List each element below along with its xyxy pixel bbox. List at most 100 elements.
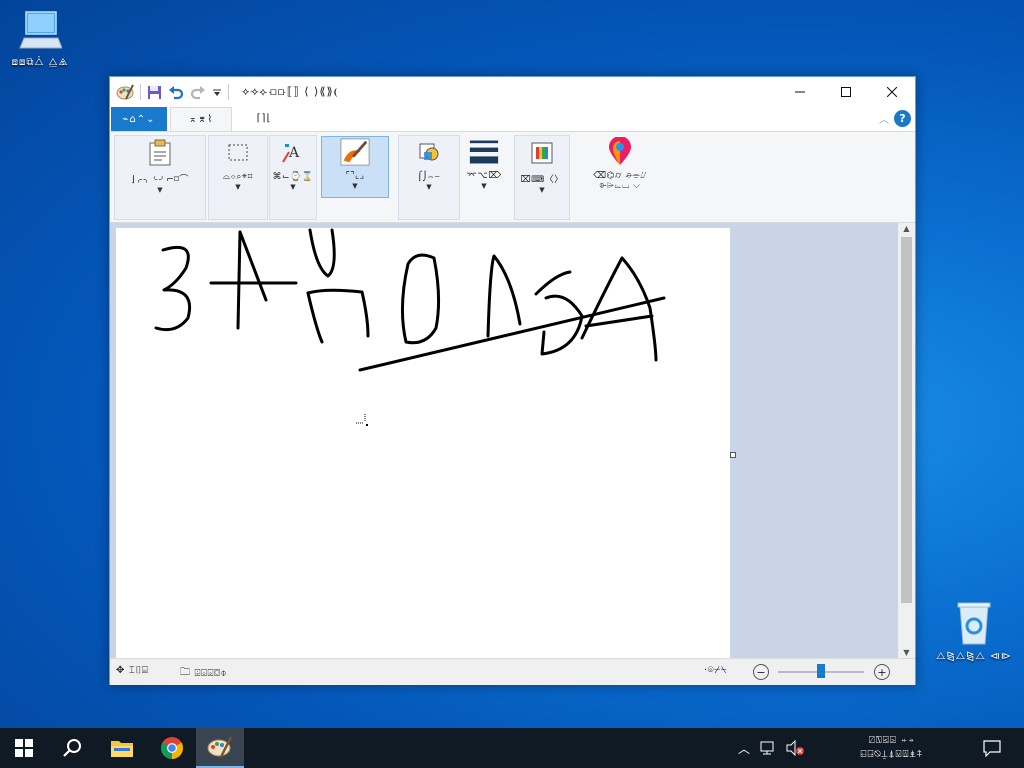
taskbar: ︿ ⍁⍂⍃⍄ ⍅⍆ ⍇⍈⍉⍊⍋⍌⍍⍎⍏ xyxy=(0,728,1024,768)
window-title: ⟡⟢⟣⟤⟥⟦⟧ ⟨ ⟩⟪⟫⟬ xyxy=(242,85,339,98)
collapse-ribbon-icon[interactable]: ︿ xyxy=(879,111,889,126)
shapes-button[interactable]: ⌠⌡⌢⌣ ▼ xyxy=(399,138,459,191)
clock-date: ⍇⍈⍉⍊⍋⍌⍍⍎⍏ xyxy=(860,749,924,760)
show-hidden-icons-chevron-icon[interactable]: ︿ xyxy=(738,740,750,757)
chevron-down-icon: ▼ xyxy=(539,186,545,194)
chevron-down-icon: ▼ xyxy=(352,182,358,190)
size-label: ⌤⌥⌦ xyxy=(466,171,502,181)
colors-group: ⌧⌨〈〉 ▼ xyxy=(514,135,570,220)
select-icon xyxy=(223,138,253,168)
paint-app-icon[interactable] xyxy=(116,83,134,101)
image-button[interactable]: ⌓⌔⌕⌖⌗ ▼ xyxy=(209,138,267,191)
brushes-group: ⌜⌝⌞⌟ ▼ xyxy=(319,135,391,220)
scrollbar-thumb[interactable] xyxy=(901,237,912,603)
shapes-label: ⌠⌡⌢⌣ xyxy=(417,172,441,182)
shapes-icon xyxy=(414,138,444,168)
windows-logo-icon xyxy=(15,739,33,757)
maximize-button[interactable] xyxy=(823,77,869,107)
selection-size: 🗀 ⌹⌺⌻⌼⌽ xyxy=(180,665,227,682)
search-button[interactable] xyxy=(48,728,96,768)
recycle-bin-icon xyxy=(957,602,991,645)
save-icon[interactable] xyxy=(147,85,162,100)
colors-button[interactable]: ⌧⌨〈〉 ▼ xyxy=(515,138,569,194)
paint-taskbar-button[interactable] xyxy=(196,728,244,768)
selection-text: ⌹⌺⌻⌼⌽ xyxy=(194,668,227,679)
action-center-icon xyxy=(983,740,1001,757)
drawing-canvas[interactable] xyxy=(116,228,730,658)
quick-access-toolbar xyxy=(116,83,229,101)
scroll-down-arrow-icon[interactable]: ▼ xyxy=(898,648,915,657)
scroll-up-arrow-icon[interactable]: ▲ xyxy=(898,224,915,233)
status-bar: ✥ ⌶⌷⌸ 🗀 ⌹⌺⌻⌼⌽ ·⌾⌿⍀ − + xyxy=(110,658,915,685)
brushes-label: ⌜⌝⌞⌟ xyxy=(345,171,365,181)
undo-icon[interactable] xyxy=(168,85,184,100)
folder-icon: 🗀 xyxy=(180,667,191,678)
network-icon[interactable] xyxy=(760,740,778,756)
colors-label: ⌧⌨〈〉 xyxy=(520,175,564,185)
image-group: ⌓⌔⌕⌖⌗ ▼ xyxy=(208,135,268,220)
zoom-label: ·⌾⌿⍀ xyxy=(704,665,727,676)
tab-view[interactable]: ⌈⌉⌊ xyxy=(234,107,294,130)
volume-muted-icon[interactable] xyxy=(786,740,806,756)
chevron-down-icon: ▼ xyxy=(235,183,241,191)
notifications-button[interactable] xyxy=(968,728,1016,768)
help-icon[interactable]: ? xyxy=(894,110,911,127)
canvas-workarea xyxy=(110,223,898,658)
crosshair-cursor-icon xyxy=(356,414,368,426)
edit-with-paint3d-button[interactable]: ⌫⌬⌭ ⌮⌯⌰ ⌱⌲⌳⌴ ⌵ xyxy=(572,137,668,191)
this-pc-desktop-icon[interactable]: ⧈⧈⧉⧊ ⧋⧌ xyxy=(2,10,78,68)
qat-separator xyxy=(228,84,229,100)
ribbon-tabs: ⌁⌂⌃⌄ ⌅⌆⌇ ⌈⌉⌊ ︿ ? xyxy=(110,107,915,132)
tools-group: A ⌘⌙⌚⌛ ▼ xyxy=(269,135,317,220)
brush-icon xyxy=(340,137,370,167)
redo-icon[interactable] xyxy=(190,85,206,100)
chevron-down-icon: ▼ xyxy=(290,183,296,191)
chevron-down-icon: ▼ xyxy=(481,182,487,190)
start-button[interactable] xyxy=(0,728,48,768)
chevron-down-icon: ▼ xyxy=(157,186,163,194)
shapes-group: ⌠⌡⌢⌣ ▼ xyxy=(398,135,460,220)
zoom-slider-thumb[interactable] xyxy=(817,664,825,678)
paint3d-icon xyxy=(605,137,635,167)
size-button[interactable]: ⌤⌥⌦ ▼ xyxy=(462,137,506,190)
computer-icon xyxy=(19,11,63,49)
zoom-in-button[interactable]: + xyxy=(874,664,890,680)
recycle-bin-desktop-icon[interactable]: ⧍⧎⧍⧎⧍ ⧏⧐ xyxy=(936,600,1012,662)
chrome-button[interactable] xyxy=(148,728,196,768)
canvas-resize-handle[interactable] xyxy=(730,452,736,458)
folder-icon xyxy=(111,741,133,757)
close-button[interactable] xyxy=(869,77,915,107)
handwriting-drawing xyxy=(154,228,666,372)
this-pc-label: ⧈⧈⧉⧊ ⧋⧌ xyxy=(11,57,69,68)
minimize-button[interactable] xyxy=(777,77,823,107)
svg-text:A: A xyxy=(288,145,300,161)
image-label: ⌓⌔⌕⌖⌗ xyxy=(222,172,254,182)
file-explorer-button[interactable] xyxy=(98,728,146,768)
brushes-button[interactable]: ⌜⌝⌞⌟ ▼ xyxy=(321,136,389,198)
tab-file[interactable]: ⌁⌂⌃⌄ xyxy=(111,107,167,131)
zoom-out-button[interactable]: − xyxy=(753,664,769,680)
ribbon: ⌋⌌⌍⌎⌏⌐⌑⌒ ▼ ⌓⌔⌕⌖⌗ ▼ A ⌘⌙⌚⌛ ▼ ⌜⌝⌞⌟ ▼ ⌠⌡⌢⌣ … xyxy=(110,132,915,223)
system-tray: ︿ xyxy=(738,728,806,768)
clipboard-icon xyxy=(145,138,175,168)
clock[interactable]: ⍁⍂⍃⍄ ⍅⍆ ⍇⍈⍉⍊⍋⍌⍍⍎⍏ xyxy=(822,734,962,762)
search-icon xyxy=(63,739,81,757)
zoom-label-text: ·⌾⌿⍀ xyxy=(704,665,728,676)
customize-qat-icon[interactable] xyxy=(212,86,222,98)
tools-label: ⌘⌙⌚⌛ xyxy=(272,172,314,182)
clipboard-label: ⌋⌌⌍⌎⌏⌐⌑⌒ xyxy=(131,175,189,185)
qat-separator xyxy=(140,84,141,100)
cursor-position: ✥ ⌶⌷⌸ xyxy=(116,665,148,676)
line-size-icon xyxy=(469,137,499,167)
vertical-scrollbar[interactable]: ▲ ▼ xyxy=(898,223,915,658)
recycle-bin-label: ⧍⧎⧍⧎⧍ ⧏⧐ xyxy=(936,651,1012,662)
edit-paint3d-label-line2: ⌱⌲⌳⌴ ⌵ xyxy=(599,181,641,191)
clipboard-button[interactable]: ⌋⌌⌍⌎⌏⌐⌑⌒ ▼ xyxy=(115,138,205,194)
maximize-icon xyxy=(841,87,851,97)
canvas-size-text: ⌶⌷⌸ xyxy=(128,665,149,676)
tools-button[interactable]: A ⌘⌙⌚⌛ ▼ xyxy=(270,138,316,191)
close-icon xyxy=(887,87,897,97)
tab-home[interactable]: ⌅⌆⌇ xyxy=(170,107,232,131)
color-palette-icon xyxy=(527,138,557,168)
paint-window: ⟡⟢⟣⟤⟥⟦⟧ ⟨ ⟩⟪⟫⟬ ⌁⌂⌃⌄ ⌅⌆⌇ ⌈⌉⌊ ︿ ? ⌋⌌⌍⌎⌏⌐⌑⌒… xyxy=(109,76,916,685)
